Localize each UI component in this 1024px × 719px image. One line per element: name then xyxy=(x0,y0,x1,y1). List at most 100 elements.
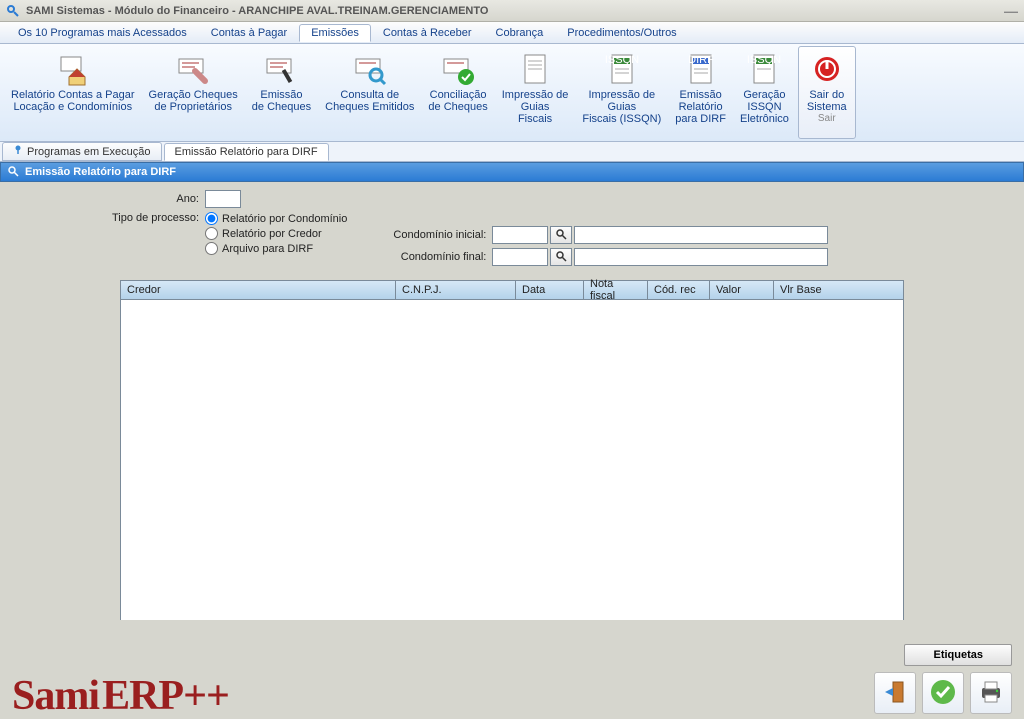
tool-label: Sistema xyxy=(807,101,847,113)
radio-credor-input[interactable] xyxy=(205,227,218,240)
cond-fin-code-input[interactable] xyxy=(492,248,548,266)
tool-label: Geração xyxy=(743,89,785,101)
printer-icon xyxy=(977,678,1005,709)
doc-icon xyxy=(517,51,553,87)
tab-dirf[interactable]: Emissão Relatório para DIRF xyxy=(164,143,329,161)
tool-relatorio-contas[interactable]: Relatório Contas a PagarLocação e Condom… xyxy=(4,46,142,139)
tab-programas[interactable]: Programas em Execução xyxy=(2,142,162,161)
tool-label: Fiscais xyxy=(518,113,552,125)
tool-label: Impressão de xyxy=(588,89,655,101)
radio-label: Relatório por Condomínio xyxy=(222,213,347,225)
window-title: SAMI Sistemas - Módulo do Financeiro - A… xyxy=(26,5,1004,17)
tool-label: Geração Cheques xyxy=(149,89,238,101)
cond-ini-label: Condomínio inicial: xyxy=(387,229,492,241)
logo-text: Sami xyxy=(12,673,99,719)
tool-label: Guias xyxy=(607,101,636,113)
tool-label: Eletrônico xyxy=(740,113,789,125)
tool-label: Relatório Contas a Pagar xyxy=(11,89,135,101)
tool-label: Emissão xyxy=(260,89,302,101)
cond-ini-name-input[interactable] xyxy=(574,226,828,244)
tipo-label: Tipo de processo: xyxy=(10,212,205,224)
tool-label: Cheques Emitidos xyxy=(325,101,414,113)
tool-label: Conciliação xyxy=(430,89,487,101)
tool-label: Impressão de xyxy=(502,89,569,101)
tool-label: Emissão xyxy=(680,89,722,101)
cheque-hand-icon xyxy=(175,51,211,87)
cheque-check-icon xyxy=(440,51,476,87)
tool-sub: Sair xyxy=(818,113,836,124)
tool-label: Locação e Condomínios xyxy=(13,101,132,113)
tool-label: ISSQN xyxy=(747,101,781,113)
tool-label: de Cheques xyxy=(252,101,311,113)
radio-arquivo-input[interactable] xyxy=(205,242,218,255)
col-valor[interactable]: Valor xyxy=(710,281,774,299)
minimize-button[interactable]: — xyxy=(1004,3,1018,19)
radio-arquivo[interactable]: Arquivo para DIRF xyxy=(205,242,347,255)
menubar: Os 10 Programas mais Acessados Contas à … xyxy=(0,22,1024,44)
cond-ini-search-button[interactable] xyxy=(550,226,572,244)
tool-exit[interactable]: Sair doSistema Sair xyxy=(798,46,856,139)
toolbar: Relatório Contas a PagarLocação e Condom… xyxy=(0,44,1024,142)
ano-input[interactable] xyxy=(205,190,241,208)
magnifier-icon xyxy=(555,250,567,265)
col-data[interactable]: Data xyxy=(516,281,584,299)
etiquetas-button[interactable]: Etiquetas xyxy=(904,644,1012,666)
doc-issqn-icon: ISSQN xyxy=(604,51,640,87)
tool-label: Sair do xyxy=(809,89,844,101)
col-vlrbase[interactable]: Vlr Base xyxy=(774,281,903,299)
svg-text:ISSQN: ISSQN xyxy=(747,54,781,66)
radio-label: Arquivo para DIRF xyxy=(222,243,313,255)
grid-body xyxy=(121,300,903,620)
col-codrec[interactable]: Cód. rec xyxy=(648,281,710,299)
tool-label: de Proprietários xyxy=(154,101,232,113)
form-area: Ano: Tipo de processo: Relatório por Con… xyxy=(0,182,1024,274)
tabstrip: Programas em Execução Emissão Relatório … xyxy=(0,142,1024,162)
tool-emissao-cheques[interactable]: Emissãode Cheques xyxy=(245,46,318,139)
cond-fin-name-input[interactable] xyxy=(574,248,828,266)
tool-label: para DIRF xyxy=(675,113,726,125)
exit-button[interactable] xyxy=(874,672,916,714)
menu-emissoes[interactable]: Emissões xyxy=(299,24,371,42)
cond-fin-label: Condomínio final: xyxy=(387,251,492,263)
tool-geracao-issqn[interactable]: ISSQN GeraçãoISSQNEletrônico xyxy=(733,46,796,139)
ano-label: Ano: xyxy=(10,193,205,205)
tool-conciliacao[interactable]: Conciliaçãode Cheques xyxy=(421,46,494,139)
menu-programas[interactable]: Os 10 Programas mais Acessados xyxy=(6,24,199,42)
doc-dirf-icon: DIRF xyxy=(683,51,719,87)
tool-label: Fiscais (ISSQN) xyxy=(582,113,661,125)
tipo-radio-group: Relatório por Condomínio Relatório por C… xyxy=(205,212,347,255)
col-nota[interactable]: Nota fiscal xyxy=(584,281,648,299)
tool-label: Guias xyxy=(521,101,550,113)
radio-condominio-input[interactable] xyxy=(205,212,218,225)
radio-condominio[interactable]: Relatório por Condomínio xyxy=(205,212,347,225)
tool-label: Relatório xyxy=(679,101,723,113)
house-report-icon xyxy=(55,51,91,87)
tool-geracao-cheques[interactable]: Geração Chequesde Proprietários xyxy=(142,46,245,139)
tool-consulta-cheques[interactable]: Consulta deCheques Emitidos xyxy=(318,46,421,139)
col-cnpj[interactable]: C.N.P.J. xyxy=(396,281,516,299)
tab-label: Emissão Relatório para DIRF xyxy=(175,146,318,158)
menu-procedimentos[interactable]: Procedimentos/Outros xyxy=(555,24,688,42)
cond-ini-code-input[interactable] xyxy=(492,226,548,244)
grid-header: Credor C.N.P.J. Data Nota fiscal Cód. re… xyxy=(121,281,903,300)
tool-emissao-dirf[interactable]: DIRF EmissãoRelatóriopara DIRF xyxy=(668,46,733,139)
tool-guias-fiscais[interactable]: Impressão deGuiasFiscais xyxy=(495,46,576,139)
titlebar: SAMI Sistemas - Módulo do Financeiro - A… xyxy=(0,0,1024,22)
tool-guias-issqn[interactable]: ISSQN Impressão deGuiasFiscais (ISSQN) xyxy=(575,46,668,139)
radio-credor[interactable]: Relatório por Credor xyxy=(205,227,347,240)
cheque-magnifier-icon xyxy=(352,51,388,87)
cond-fin-search-button[interactable] xyxy=(550,248,572,266)
col-credor[interactable]: Credor xyxy=(121,281,396,299)
grid-wrap: Credor C.N.P.J. Data Nota fiscal Cód. re… xyxy=(120,280,904,620)
print-button[interactable] xyxy=(970,672,1012,714)
menu-cobranca[interactable]: Cobrança xyxy=(484,24,556,42)
door-exit-icon xyxy=(881,678,909,709)
check-circle-icon xyxy=(929,678,957,709)
menu-contas-receber[interactable]: Contas à Receber xyxy=(371,24,484,42)
magnifier-icon xyxy=(555,228,567,243)
doc-issqn2-icon: ISSQN xyxy=(746,51,782,87)
confirm-button[interactable] xyxy=(922,672,964,714)
data-grid[interactable]: Credor C.N.P.J. Data Nota fiscal Cód. re… xyxy=(120,280,904,620)
menu-contas-pagar[interactable]: Contas à Pagar xyxy=(199,24,299,42)
tool-label: de Cheques xyxy=(428,101,487,113)
